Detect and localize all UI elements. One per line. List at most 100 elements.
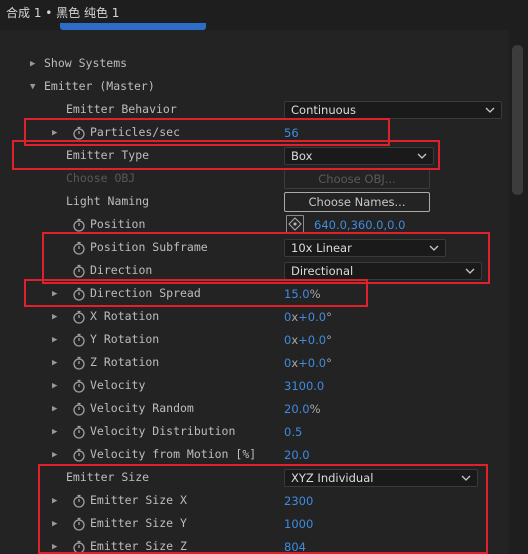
velocity-distribution-label: Velocity Distribution [90, 424, 236, 438]
velocity-from-motion-label: Velocity from Motion [%] [90, 447, 257, 461]
direction-row: Direction Directional [0, 260, 510, 283]
emitter-size-row: Emitter Size XYZ Individual [0, 467, 510, 490]
stopwatch-icon[interactable] [72, 402, 86, 416]
y-rotation-value[interactable]: 0x+0.0° [284, 333, 332, 347]
emitter-type-label: Emitter Type [66, 148, 150, 162]
velocity-value[interactable]: 3100.0 [284, 379, 324, 393]
chevron-down-icon [465, 266, 475, 276]
emitter-behavior-dropdown[interactable]: Continuous [284, 101, 502, 119]
triangle-down-icon[interactable]: ▼ [30, 81, 40, 93]
breadcrumb[interactable]: 合成 1 • 黑色 纯色 1 [6, 4, 119, 21]
stopwatch-icon[interactable] [72, 448, 86, 462]
triangle-right-icon[interactable]: ▶ [52, 357, 62, 369]
z-rotation-value[interactable]: 0x+0.0° [284, 356, 332, 370]
emitter-size-y-label: Emitter Size Y [90, 516, 187, 530]
stopwatch-icon[interactable] [72, 425, 86, 439]
direction-value: Directional [291, 264, 354, 278]
active-tab-indicator [60, 23, 206, 30]
emitter-master-label: Emitter (Master) [44, 79, 155, 93]
emitter-size-y-value[interactable]: 1000 [284, 517, 313, 531]
stopwatch-icon[interactable] [72, 126, 86, 140]
emitter-type-value: Box [291, 149, 313, 163]
stopwatch-icon[interactable] [72, 310, 86, 324]
stopwatch-icon[interactable] [72, 241, 86, 255]
choose-obj-label: Choose OBJ [66, 171, 136, 185]
emitter-type-dropdown[interactable]: Box [284, 147, 434, 165]
direction-dropdown[interactable]: Directional [284, 262, 482, 280]
emitter-size-z-label: Emitter Size Z [90, 539, 187, 553]
triangle-right-icon[interactable]: ▶ [52, 311, 62, 323]
particles-sec-row: ▶ Particles/sec 56 [0, 122, 510, 145]
position-value[interactable]: 640.0,360.0,0.0 [314, 218, 405, 232]
velocity-from-motion-row: ▶ Velocity from Motion [%] 20.0 [0, 444, 510, 467]
x-rotation-label: X Rotation [90, 309, 160, 323]
velocity-random-label: Velocity Random [90, 401, 194, 415]
triangle-right-icon[interactable]: ▶ [52, 288, 62, 300]
triangle-right-icon[interactable]: ▶ [52, 334, 62, 346]
y-rotation-row: ▶ Y Rotation 0x+0.0° [0, 329, 510, 352]
emitter-size-z-row: ▶ Emitter Size Z 804 [0, 536, 510, 554]
stopwatch-icon[interactable] [72, 264, 86, 278]
composition-header: 合成 1 • 黑色 纯色 1 [0, 0, 528, 30]
direction-spread-value[interactable]: 15.0% [284, 287, 321, 301]
emitter-size-dropdown[interactable]: XYZ Individual [284, 469, 478, 487]
choose-obj-row: Choose OBJ Choose OBJ... [0, 168, 510, 191]
particles-sec-value[interactable]: 56 [284, 126, 299, 140]
emitter-size-label: Emitter Size [66, 470, 150, 484]
z-rotation-label: Z Rotation [90, 355, 160, 369]
scrollbar-thumb[interactable] [512, 45, 523, 195]
emitter-size-x-row: ▶ Emitter Size X 2300 [0, 490, 510, 513]
triangle-right-icon[interactable]: ▶ [52, 426, 62, 438]
stopwatch-icon[interactable] [72, 333, 86, 347]
x-rotation-value[interactable]: 0x+0.0° [284, 310, 332, 324]
triangle-right-icon[interactable]: ▶ [52, 495, 62, 507]
direction-spread-label: Direction Spread [90, 286, 201, 300]
y-rotation-label: Y Rotation [90, 332, 160, 346]
velocity-random-value[interactable]: 20.0% [284, 402, 321, 416]
position-subframe-value: 10x Linear [291, 241, 352, 255]
position-subframe-dropdown[interactable]: 10x Linear [284, 239, 446, 257]
stopwatch-icon[interactable] [72, 517, 86, 531]
emitter-size-y-row: ▶ Emitter Size Y 1000 [0, 513, 510, 536]
chevron-down-icon [485, 105, 495, 115]
light-naming-row: Light Naming Choose Names... [0, 191, 510, 214]
scrollbar[interactable] [509, 30, 528, 554]
triangle-right-icon[interactable]: ▶ [52, 127, 62, 139]
triangle-right-icon[interactable]: ▶ [30, 58, 40, 70]
stopwatch-icon[interactable] [72, 218, 86, 232]
chevron-down-icon [417, 151, 427, 161]
position-target-icon[interactable] [286, 215, 304, 233]
particles-sec-label: Particles/sec [90, 125, 181, 139]
triangle-right-icon[interactable]: ▶ [52, 518, 62, 530]
triangle-right-icon[interactable]: ▶ [52, 541, 62, 553]
chevron-down-icon [461, 473, 471, 483]
emitter-master-row[interactable]: ▼ Emitter (Master) [0, 76, 510, 99]
stopwatch-icon[interactable] [72, 494, 86, 508]
chevron-down-icon [429, 243, 439, 253]
direction-spread-row: ▶ Direction Spread 15.0% [0, 283, 510, 306]
position-label: Position [90, 217, 146, 231]
velocity-from-motion-value[interactable]: 20.0 [284, 448, 310, 462]
emitter-size-value: XYZ Individual [291, 471, 374, 485]
choose-names-button[interactable]: Choose Names... [284, 192, 430, 212]
stopwatch-icon[interactable] [72, 287, 86, 301]
velocity-distribution-value[interactable]: 0.5 [284, 425, 302, 439]
triangle-right-icon[interactable]: ▶ [52, 403, 62, 415]
emitter-behavior-value: Continuous [291, 103, 356, 117]
position-subframe-label: Position Subframe [90, 240, 208, 254]
stopwatch-icon[interactable] [72, 540, 86, 554]
velocity-random-row: ▶ Velocity Random 20.0% [0, 398, 510, 421]
position-row: Position 640.0,360.0,0.0 [0, 214, 510, 237]
emitter-size-x-label: Emitter Size X [90, 493, 187, 507]
triangle-right-icon[interactable]: ▶ [52, 449, 62, 461]
x-rotation-row: ▶ X Rotation 0x+0.0° [0, 306, 510, 329]
stopwatch-icon[interactable] [72, 379, 86, 393]
show-systems-row[interactable]: ▶ Show Systems [0, 53, 510, 76]
choose-obj-button[interactable]: Choose OBJ... [284, 169, 430, 189]
emitter-behavior-row: Emitter Behavior Continuous [0, 99, 510, 122]
triangle-right-icon[interactable]: ▶ [52, 380, 62, 392]
emitter-size-z-value[interactable]: 804 [284, 540, 306, 554]
emitter-size-x-value[interactable]: 2300 [284, 494, 313, 508]
velocity-distribution-row: ▶ Velocity Distribution 0.5 [0, 421, 510, 444]
stopwatch-icon[interactable] [72, 356, 86, 370]
